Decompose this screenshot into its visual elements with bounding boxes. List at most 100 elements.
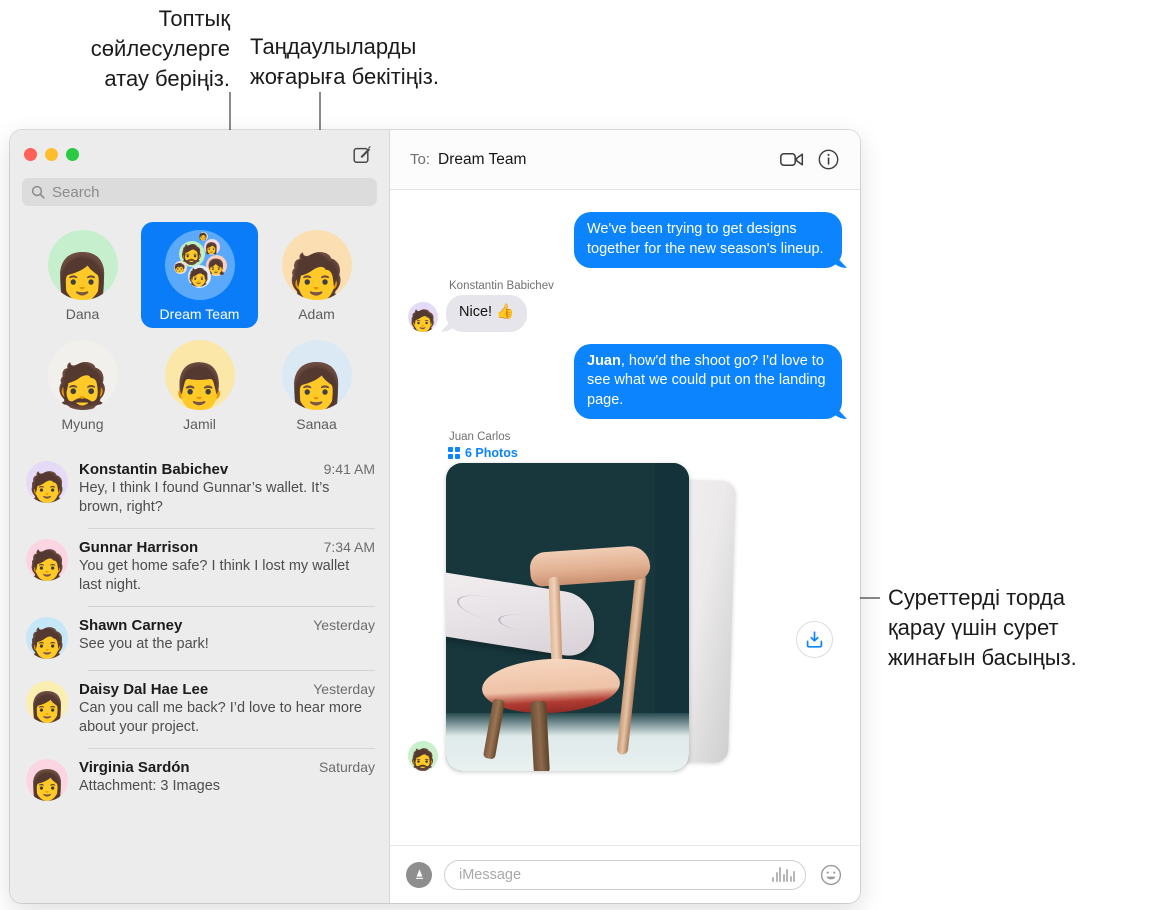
conversation-preview: Can you call me back? I’d love to hear m… [79, 700, 362, 735]
conversation-time: Yesterday [313, 617, 375, 633]
audio-waveform-icon[interactable] [772, 867, 795, 882]
pinned-label: Sanaa [296, 416, 337, 432]
pinned-item-dana[interactable]: 👩 Dana [24, 222, 141, 328]
callout-photo-grid: Суреттерді торда қарау үшін сурет жинағы… [888, 585, 1077, 670]
sidebar: Search 👩 Dana 🧔 👩 👧 🧑 🧒 🧑 Dream Team 🧑 A… [10, 130, 390, 903]
info-icon[interactable] [814, 146, 842, 174]
conversation-header: To: Dream Team [390, 130, 860, 190]
emoji-smiley-icon[interactable] [818, 862, 844, 888]
search-icon [31, 185, 45, 199]
to-label: To: [410, 151, 431, 168]
conversation-row-gunnar-harrison[interactable]: 🧑 Gunnar Harrison 7:34 AM You get home s… [10, 528, 389, 606]
message-text: , how'd the shoot go? I'd love to see wh… [587, 352, 826, 408]
group-member-avatar: 👩 [203, 239, 220, 255]
conversation-preview: See you at the park! [79, 636, 209, 652]
pinned-conversations-grid: 👩 Dana 🧔 👩 👧 🧑 🧒 🧑 Dream Team 🧑 Adam 🧔 M… [10, 216, 389, 450]
photo-grid-icon [448, 447, 460, 459]
message-thread: We've been trying to get designs togethe… [390, 190, 860, 845]
memoji-face: 👨 [170, 361, 229, 410]
message-input[interactable]: iMessage [444, 859, 806, 890]
avatar: 🧑 [408, 301, 438, 332]
sender-name: Juan Carlos [449, 431, 511, 443]
pinned-item-jamil[interactable]: 👨 Jamil [141, 332, 258, 438]
sender-name: Konstantin Babichev [449, 280, 554, 292]
memoji-face: 👩 [53, 251, 112, 300]
avatar: 🧑 [281, 230, 352, 300]
mention-highlight: Juan [587, 352, 621, 369]
search-input[interactable]: Search [22, 178, 377, 206]
avatar: 👩 [26, 681, 68, 723]
group-member-avatar: 🧒 [173, 261, 187, 274]
message-bubble-incoming[interactable]: Nice! 👍 [446, 295, 528, 332]
photo-count-label: 6 Photos [465, 446, 518, 460]
window-titlebar [10, 130, 389, 178]
photo-collection-link[interactable]: 6 Photos [448, 446, 736, 460]
avatar: 🧑 [26, 539, 68, 581]
minimize-button[interactable] [45, 147, 58, 161]
app-store-icon[interactable] [406, 861, 432, 888]
pinned-label: Dana [65, 306, 100, 322]
avatar: 🧔 [47, 340, 118, 410]
callout-pin-favorites: Таңдаулыларды жоғарыға бекітіңіз. [250, 34, 439, 89]
search-placeholder: Search [52, 183, 100, 201]
conversation-list: 🧑 Konstantin Babichev 9:41 AM Hey, I thi… [10, 450, 389, 903]
pinned-item-myung[interactable]: 🧔 Myung [24, 332, 141, 438]
pinned-label: Adam [298, 306, 335, 322]
avatar: 🧑 [26, 617, 68, 659]
download-icon[interactable] [796, 621, 833, 658]
conversation-name: Shawn Carney [79, 617, 183, 634]
conversation-preview: Hey, I think I found Gunnar’s wallet. It… [79, 480, 330, 515]
conversation-row-shawn-carney[interactable]: 🧑 Shawn Carney Yesterday See you at the … [10, 606, 389, 670]
message-bubble-outgoing[interactable]: We've been trying to get designs togethe… [574, 212, 842, 268]
group-member-avatar: 🧑 [187, 265, 211, 288]
avatar: 👩 [281, 340, 352, 410]
conversation-preview: Attachment: 3 Images [79, 778, 221, 794]
conversation-name: Daisy Dal Hae Lee [79, 681, 209, 698]
video-camera-icon[interactable] [778, 146, 806, 174]
pinned-item-sanaa[interactable]: 👩 Sanaa [258, 332, 375, 438]
group-avatar: 🧔 👩 👧 🧑 🧒 🧑 [164, 230, 235, 300]
avatar: 👩 [26, 759, 68, 801]
compose-icon[interactable] [351, 143, 373, 165]
pinned-item-dream-team[interactable]: 🧔 👩 👧 🧑 🧒 🧑 Dream Team [141, 222, 258, 328]
conversation-time: 9:41 AM [323, 461, 375, 477]
message-row: 🧑 Konstantin Babichev Nice! 👍 [408, 280, 842, 332]
avatar: 👨 [164, 340, 235, 410]
pinned-item-adam[interactable]: 🧑 Adam [258, 222, 375, 328]
conversation-name: Konstantin Babichev [79, 461, 229, 478]
message-bubble-outgoing[interactable]: Juan, how'd the shoot go? I'd love to se… [574, 343, 842, 419]
pinned-label: Dream Team [159, 306, 240, 322]
conversation-time: Yesterday [313, 681, 375, 697]
messages-app-window: Search 👩 Dana 🧔 👩 👧 🧑 🧒 🧑 Dream Team 🧑 A… [10, 130, 860, 903]
conversation-pane: To: Dream Team We've been trying to get … [390, 130, 860, 903]
traffic-lights [24, 147, 79, 161]
pinned-label: Myung [61, 416, 104, 432]
conversation-row-virginia-sardon[interactable]: 👩 Virginia Sardón Saturday Attachment: 3… [10, 748, 389, 812]
photo-face: 👩 [287, 361, 346, 410]
avatar: 🧑 [26, 461, 68, 503]
conversation-row-konstantin-babichev[interactable]: 🧑 Konstantin Babichev 9:41 AM Hey, I thi… [10, 450, 389, 528]
group-member-avatar: 🧑 [198, 232, 208, 241]
conversation-preview: You get home safe? I think I lost my wal… [79, 558, 350, 593]
message-row: Juan, how'd the shoot go? I'd love to se… [408, 343, 842, 419]
memoji-face: 🧑 [287, 251, 346, 300]
message-placeholder: iMessage [459, 866, 522, 883]
avatar: 🧔 [408, 741, 438, 771]
photo-thumbnail-front[interactable] [446, 463, 689, 771]
conversation-name: Gunnar Harrison [79, 539, 199, 556]
message-row: We've been trying to get designs togethe… [408, 212, 842, 268]
photo-image-chair-and-table [446, 463, 689, 771]
conversation-time: Saturday [318, 759, 375, 775]
recipient-name[interactable]: Dream Team [438, 151, 526, 169]
search-container: Search [10, 178, 389, 216]
callout-group-name: Топтық сөйлесулерге атау беріңіз. [90, 6, 230, 91]
photo-attachment-stack[interactable] [446, 463, 833, 775]
photo-face: 🧔 [53, 361, 112, 410]
conversation-row-daisy-dal-hae-lee[interactable]: 👩 Daisy Dal Hae Lee Yesterday Can you ca… [10, 670, 389, 748]
pinned-label: Jamil [183, 416, 216, 432]
close-button[interactable] [24, 147, 37, 161]
screenshot-root: Топтық сөйлесулерге атау беріңіз. Таңдау… [0, 0, 1152, 910]
maximize-button[interactable] [66, 147, 79, 161]
conversation-name: Virginia Sardón [79, 759, 190, 776]
conversation-time: 7:34 AM [323, 539, 375, 555]
